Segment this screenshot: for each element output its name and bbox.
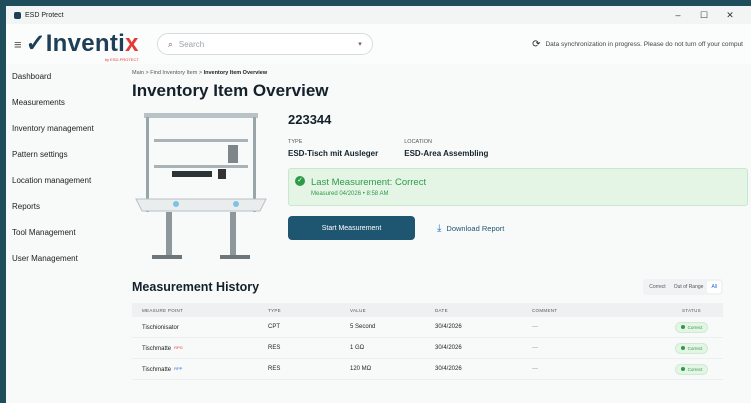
download-icon: ⤓ [437,222,442,234]
item-info: 223344 TYPE ESD-Tisch mit Ausleger LOCAT… [288,107,751,263]
cell-status: Correct [660,363,723,375]
app-shield-icon [14,11,21,19]
main-content: Main > Find Inventory Item > Inventory I… [132,64,751,403]
logo-subtitle: by ESD-PROTECT [104,57,139,62]
type-value: ESD-Tisch mit Ausleger [288,149,379,158]
cell-value: 5 Second [350,324,376,330]
sidebar-item-measurements[interactable]: Measurements [6,90,124,116]
history-title: Measurement History [132,280,260,294]
cell-status: Correct [660,342,723,354]
history-header: Measurement History Correct Out of Range… [132,279,751,295]
col-type[interactable]: TYPE [268,308,350,313]
location-field: LOCATION ESD-Area Assembling [404,139,488,158]
filter-out-of-range[interactable]: Out of Range [670,281,708,293]
breadcrumb-find-inventory[interactable]: Find Inventory Item [150,70,197,76]
search-input[interactable]: ⌕ Search ▾ [156,33,373,55]
window-title: ESD Protect [25,11,64,19]
cell-comment: — [532,366,538,372]
breadcrumb: Main > Find Inventory Item > Inventory I… [132,70,751,76]
download-report-label: Download Report [446,223,505,233]
sync-icon: ⟳ [532,38,541,50]
status-badge: Correct [674,321,709,333]
sidebar-item-inventory-management[interactable]: Inventory management [6,116,124,142]
sidebar-item-tool-management[interactable]: Tool Management [6,220,124,246]
sync-status: ⟳ Data synchronization in progress. Plea… [532,39,743,50]
table-row[interactable]: Tischionisator CPT 5 Second 30/4/2026 — … [132,317,723,338]
type-field: TYPE ESD-Tisch mit Ausleger [288,139,378,158]
status-filter: Correct Out of Range All [643,279,723,295]
breadcrumb-separator: > [145,70,149,76]
col-status[interactable]: STATUS [660,308,723,313]
download-report-button[interactable]: ⤓ Download Report [437,223,504,234]
cell-date: 30/4/2026 [435,366,462,372]
sidebar-item-user-management[interactable]: User Management [6,246,124,272]
cell-point: Tischionisator [142,324,179,331]
col-date[interactable]: DATE [435,308,532,313]
cell-date: 30/4/2026 [435,324,462,330]
product-image [132,107,270,263]
close-button[interactable]: ✕ [717,10,743,21]
search-icon: ⌕ [167,38,173,49]
table-row[interactable]: Tischmatte RPG RES 1 GΩ 30/4/2026 — Corre… [132,338,723,359]
table-row[interactable]: Tischmatte RPP RES 120 MΩ 30/4/2026 — Cor… [132,359,723,380]
breadcrumb-separator: > [198,70,203,76]
minimize-button[interactable]: – [665,10,691,20]
cell-status: Correct [660,321,723,333]
cell-point: Tischmatte RPG [142,344,183,352]
logo-word: Inventix [45,30,139,57]
last-measurement-subtitle: Measured 04/2026 • 8:58 AM [311,191,389,197]
sync-message: Data synchronization in progress. Please… [545,40,743,48]
breadcrumb-main[interactable]: Main [132,70,144,76]
sidebar: Dashboard Measurements Inventory managem… [6,64,124,403]
sidebar-item-pattern-settings[interactable]: Pattern settings [6,142,124,168]
cell-date: 30/4/2026 [435,345,462,351]
cell-type: RES [268,345,281,351]
cell-value: 120 MΩ [350,366,372,372]
location-label: LOCATION [404,139,432,145]
last-measurement-title: Last Measurement: Correct [311,177,427,188]
cell-point: Tischmatte RPP [142,365,183,373]
cell-type: CPT [268,324,280,330]
type-label: TYPE [288,139,303,145]
sidebar-item-location-management[interactable]: Location management [6,168,124,194]
chevron-down-icon[interactable]: ▾ [358,40,362,48]
history-table: MEASURE POINT TYPE VALUE DATE COMMENT ST… [132,303,723,380]
sidebar-item-dashboard[interactable]: Dashboard [6,64,124,90]
app-window: ESD Protect – ☐ ✕ ≡ ✓ Inventix by ESD-PR… [6,6,751,403]
check-circle-icon: ✓ [295,176,305,186]
col-value[interactable]: VALUE [350,308,435,313]
action-bar: Start Measurement ⤓ Download Report [288,216,751,240]
cell-value: 1 GΩ [350,345,365,351]
cell-comment: — [532,345,538,351]
status-badge: Correct [674,363,709,375]
cell-type: RES [268,366,281,372]
product-section: 223344 TYPE ESD-Tisch mit Ausleger LOCAT… [132,107,751,263]
item-id: 223344 [288,112,332,127]
status-badge: Correct [674,342,709,354]
item-fields: TYPE ESD-Tisch mit Ausleger LOCATION ESD… [288,139,751,158]
start-measurement-button[interactable]: Start Measurement [288,216,415,240]
col-comment[interactable]: COMMENT [532,308,660,313]
table-header: MEASURE POINT TYPE VALUE DATE COMMENT ST… [132,303,723,317]
logo: ✓ Inventix by ESD-PROTECT [25,30,139,63]
hamburger-icon[interactable]: ≡ [14,37,22,52]
filter-correct[interactable]: Correct [645,281,669,293]
top-bar: ≡ ✓ Inventix by ESD-PROTECT ⌕ Search ▾ ⟳… [6,24,751,64]
search-placeholder: Search [178,39,205,49]
logo-check-icon: ✓ [25,30,46,57]
cell-comment: — [532,324,538,330]
filter-all[interactable]: All [707,281,721,293]
breadcrumb-current: Inventory Item Overview [203,70,268,76]
maximize-button[interactable]: ☐ [691,10,717,21]
sidebar-item-reports[interactable]: Reports [6,194,124,220]
page-title: Inventory Item Overview [132,81,329,100]
col-measure-point[interactable]: MEASURE POINT [132,308,268,313]
last-measurement-card: ✓ Last Measurement: Correct Measured 04/… [288,168,748,206]
title-bar: ESD Protect – ☐ ✕ [6,6,751,24]
location-value: ESD-Area Assembling [404,149,489,158]
